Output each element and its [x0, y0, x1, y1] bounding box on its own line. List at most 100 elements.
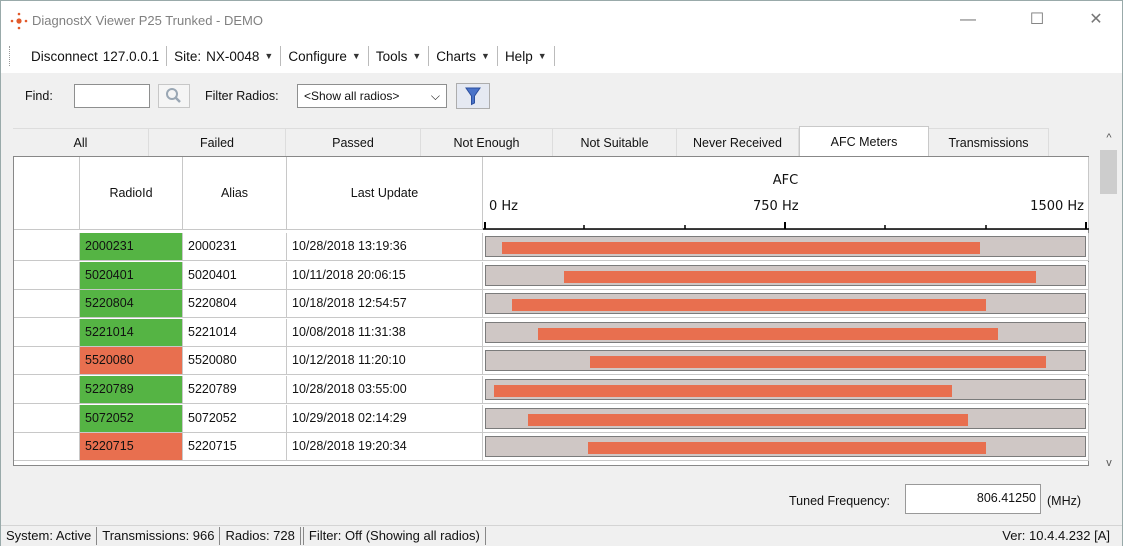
- find-toolbar: Find: Filter Radios: <Show all radios> ⌵: [1, 73, 1122, 117]
- filter-radios-label: Filter Radios:: [205, 89, 279, 103]
- table-row[interactable]: 5020401 5020401 10/11/2018 20:06:15: [14, 261, 1089, 290]
- row-selector: [14, 376, 80, 404]
- tab-not-suitable[interactable]: Not Suitable: [553, 128, 677, 156]
- row-selector: [14, 318, 80, 347]
- afc-meters-grid: RadioId Alias Last Update AFC 0 Hz 750 H…: [13, 156, 1089, 466]
- afc-meter-cell: [483, 318, 1089, 347]
- disconnect-label: Disconnect: [31, 48, 98, 64]
- table-row[interactable]: 2000231 2000231 10/28/2018 13:19:36: [14, 233, 1089, 261]
- scroll-down-icon[interactable]: v: [1102, 457, 1116, 475]
- search-button[interactable]: [158, 84, 190, 108]
- tuned-frequency-label: Tuned Frequency:: [789, 494, 890, 508]
- alias-cell: 5220804: [183, 290, 287, 319]
- status-radios: Radios: 728: [220, 527, 301, 545]
- alias-cell: 5221014: [183, 318, 287, 347]
- afc-meter-bar: [501, 242, 981, 254]
- radioid-cell: 5020401: [80, 261, 183, 290]
- alias-cell: 2000231: [183, 233, 287, 261]
- afc-meter-cell: [483, 290, 1089, 319]
- scroll-thumb[interactable]: [1100, 150, 1117, 194]
- tab-failed[interactable]: Failed: [149, 128, 286, 156]
- help-label: Help: [504, 48, 533, 64]
- tab-strip: All Failed Passed Not Enough Not Suitabl…: [13, 126, 1089, 156]
- tab-all[interactable]: All: [13, 128, 149, 156]
- find-input[interactable]: [74, 84, 150, 108]
- table-row[interactable]: 5220789 5220789 10/28/2018 03:55:00: [14, 376, 1089, 404]
- table-row[interactable]: 5072052 5072052 10/29/2018 02:14:29: [14, 404, 1089, 433]
- afc-meter-cell: [483, 347, 1089, 376]
- configure-menu[interactable]: Configure ▼: [281, 49, 367, 64]
- row-header-corner: [14, 157, 80, 230]
- minimize-button[interactable]: —: [945, 7, 991, 33]
- site-label: Site:: [174, 48, 202, 64]
- chevron-down-icon: ▼: [412, 51, 422, 61]
- site-value: NX-0048: [206, 48, 260, 64]
- vertical-scrollbar[interactable]: ^ v: [1095, 128, 1122, 469]
- chevron-down-icon: ⌵: [430, 89, 440, 103]
- app-logo-icon: [10, 12, 28, 30]
- column-header-last-update[interactable]: Last Update: [287, 157, 483, 230]
- tab-never-received[interactable]: Never Received: [677, 128, 799, 156]
- last-update-cell: 10/28/2018 03:55:00: [287, 376, 483, 404]
- radioid-cell: 5220804: [80, 290, 183, 319]
- afc-meter-track: [485, 293, 1086, 315]
- table-row[interactable]: 5520080 5520080 10/12/2018 11:20:10: [14, 347, 1089, 376]
- afc-meter-track: [485, 407, 1086, 429]
- close-button[interactable]: ✕: [1073, 7, 1119, 33]
- row-selector: [14, 347, 80, 376]
- table-row[interactable]: 5221014 5221014 10/08/2018 11:31:38: [14, 318, 1089, 347]
- tab-afc-meters[interactable]: AFC Meters: [799, 126, 929, 156]
- column-header-radioid[interactable]: RadioId: [80, 157, 183, 230]
- radioid-cell: 5220715: [80, 433, 183, 462]
- apply-filter-button[interactable]: [456, 83, 490, 109]
- window-title: DiagnostX Viewer P25 Trunked - DEMO: [32, 13, 263, 28]
- afc-meter-bar: [527, 413, 969, 426]
- table-row[interactable]: 5220804 5220804 10/18/2018 12:54:57: [14, 290, 1089, 319]
- afc-meter-track: [485, 350, 1086, 372]
- afc-scale-axis: [483, 222, 1089, 230]
- charts-label: Charts: [436, 48, 477, 64]
- tab-transmissions[interactable]: Transmissions: [929, 128, 1049, 156]
- afc-meter-bar: [511, 299, 987, 312]
- tools-menu[interactable]: Tools ▼: [369, 49, 428, 64]
- chevron-down-icon: ▼: [481, 51, 490, 61]
- configure-label: Configure: [288, 48, 347, 64]
- column-header-alias[interactable]: Alias: [183, 157, 287, 230]
- afc-meter-track: [485, 379, 1086, 400]
- site-menu[interactable]: Site: NX-0048 ▼: [167, 49, 280, 64]
- alias-cell: 5072052: [183, 404, 287, 433]
- tab-passed[interactable]: Passed: [286, 128, 421, 156]
- alias-cell: 5220715: [183, 433, 287, 462]
- radioid-cell: 5072052: [80, 404, 183, 433]
- tuned-frequency-unit: (MHz): [1047, 494, 1082, 508]
- title-bar: DiagnostX Viewer P25 Trunked - DEMO — ☐ …: [1, 1, 1122, 39]
- afc-meter-bar: [563, 270, 1037, 283]
- radioid-cell: 5520080: [80, 347, 183, 376]
- disconnect-button[interactable]: Disconnect 127.0.0.1: [24, 49, 166, 64]
- search-icon: [166, 88, 181, 103]
- status-system: System: Active: [1, 527, 98, 545]
- table-row[interactable]: 5220715 5220715 10/28/2018 19:20:34: [14, 433, 1089, 462]
- afc-meter-cell: [483, 233, 1089, 261]
- toolbar-grip[interactable]: [9, 46, 12, 66]
- last-update-cell: 10/11/2018 20:06:15: [287, 261, 483, 290]
- tuned-frequency-field[interactable]: 806.41250: [905, 484, 1041, 514]
- maximize-button[interactable]: ☐: [1014, 7, 1060, 33]
- charts-menu[interactable]: Charts ▼: [429, 49, 497, 64]
- afc-meter-track: [485, 436, 1086, 458]
- afc-meter-track: [485, 236, 1086, 257]
- scroll-up-icon[interactable]: ^: [1102, 128, 1116, 148]
- chevron-down-icon: ▼: [264, 51, 274, 61]
- afc-meter-cell: [483, 433, 1089, 462]
- help-menu[interactable]: Help ▼: [498, 49, 554, 64]
- alias-cell: 5520080: [183, 347, 287, 376]
- radioid-cell: 5221014: [80, 318, 183, 347]
- filter-radios-select[interactable]: <Show all radios> ⌵: [297, 84, 447, 108]
- status-version: Ver: 10.4.4.232 [A]: [1002, 528, 1110, 543]
- radioid-cell: 2000231: [80, 233, 183, 261]
- find-label: Find:: [25, 89, 53, 103]
- column-header-afc[interactable]: AFC 0 Hz 750 Hz 1500 Hz: [483, 157, 1089, 230]
- last-update-cell: 10/28/2018 19:20:34: [287, 433, 483, 462]
- last-update-cell: 10/12/2018 11:20:10: [287, 347, 483, 376]
- tab-not-enough[interactable]: Not Enough: [421, 128, 553, 156]
